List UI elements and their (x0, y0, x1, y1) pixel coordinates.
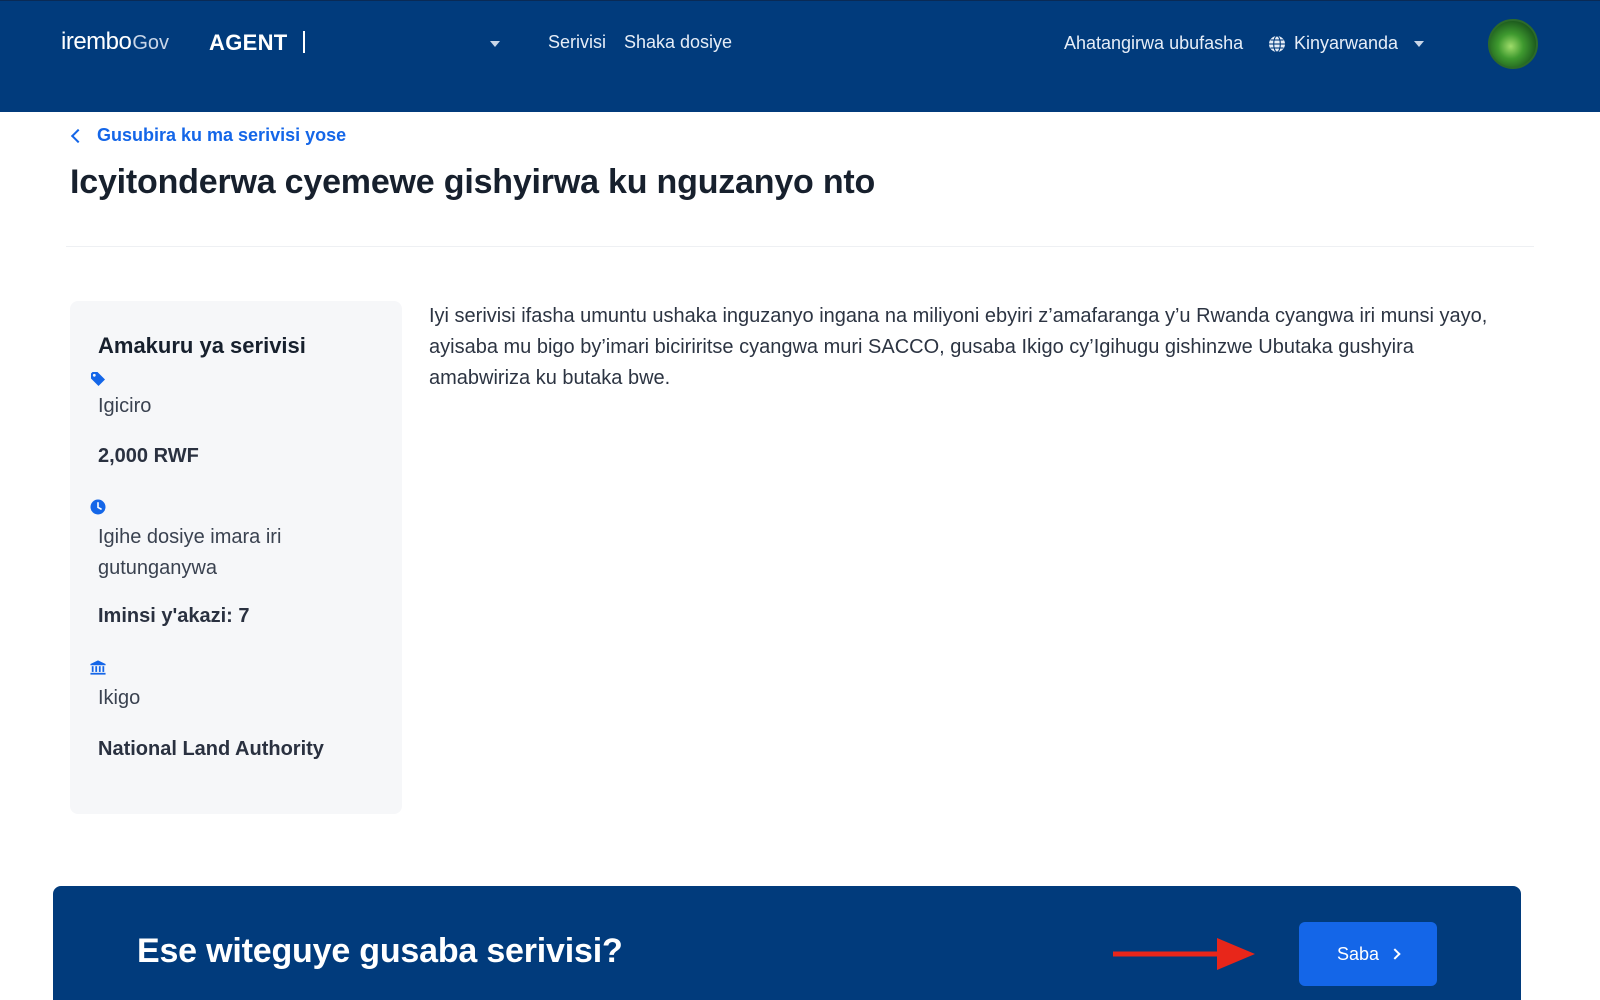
chevron-down-icon (1414, 40, 1425, 47)
irembo-gov-logo[interactable]: irembo Gov (61, 28, 169, 58)
apply-banner: Ese witeguye gusaba serivisi? Saba (53, 886, 1521, 1000)
title-divider (66, 246, 1534, 247)
nav-search-application-link[interactable]: Shaka dosiye (624, 32, 732, 53)
back-link-label: Gusubira ku ma serivisi yose (97, 125, 347, 145)
agent-dropdown-caret-icon[interactable] (490, 41, 500, 47)
back-to-services-link[interactable]: Gusubira ku ma serivisi yose (70, 125, 346, 146)
language-label: Kinyarwanda (1294, 33, 1399, 53)
service-description: Iyi serivisi ifasha umuntu ushaka inguza… (429, 305, 1488, 389)
logo-wordmark: irembo (61, 28, 132, 55)
institution-label: Ikigo (98, 687, 141, 709)
globe-icon (1268, 34, 1286, 53)
price-tag-icon (90, 371, 106, 387)
service-info-card: Amakuru ya serivisi Igiciro 2,000 RWF Ig… (70, 301, 402, 814)
user-avatar[interactable] (1488, 19, 1538, 69)
processing-time-value: Iminsi y'akazi: 7 (98, 605, 250, 627)
price-value: 2,000 RWF (98, 445, 199, 467)
logo-gov-suffix: Gov (132, 32, 170, 54)
price-label: Igiciro (98, 395, 152, 417)
language-selector[interactable]: Kinyarwanda (1268, 33, 1425, 54)
page-title: Icyitonderwa cyemewe gishyirwa ku nguzan… (70, 163, 876, 201)
institution-bank-icon (90, 659, 106, 675)
agent-label: AGENT (209, 30, 288, 55)
service-info-heading: Amakuru ya serivisi (98, 333, 306, 358)
clock-icon (90, 499, 106, 515)
chevron-right-icon (1389, 948, 1401, 960)
processing-time-label: Igihe dosiye imara iri gutunganywa (98, 526, 282, 579)
apply-banner-prompt: Ese witeguye gusaba serivisi? (137, 932, 623, 970)
chevron-left-icon (70, 128, 86, 143)
help-center-link[interactable]: Ahatangirwa ubufasha (1064, 33, 1243, 54)
agent-text-cursor (303, 31, 305, 53)
apply-button-label: Saba (1336, 943, 1380, 964)
top-header: irembo Gov AGENT Serivisi Shaka dosiye A… (0, 0, 1600, 112)
annotation-arrow-icon (1113, 938, 1255, 970)
institution-value: National Land Authority (98, 738, 324, 760)
apply-button[interactable]: Saba (1299, 922, 1437, 986)
nav-services-link[interactable]: Serivisi (548, 32, 606, 53)
